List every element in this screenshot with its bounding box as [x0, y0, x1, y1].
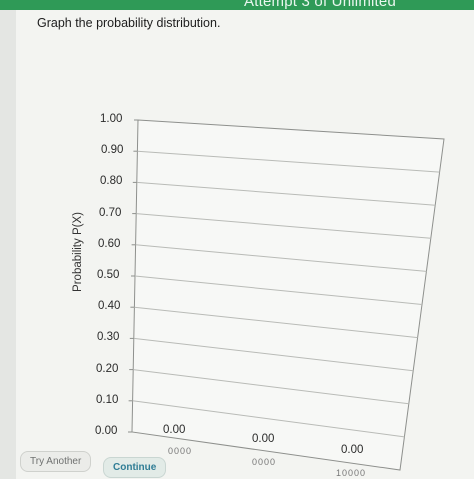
bar-value-label: 0.00	[252, 433, 275, 445]
x-category-label: 0000	[168, 446, 193, 456]
continue-button[interactable]: Continue	[103, 457, 167, 478]
bar-value-label: 0.00	[163, 424, 186, 436]
plot-area	[131, 119, 445, 471]
probability-graph: Probability P(X) 1.00 0.90 0.80 0.70 0.60 0.5…	[0, 0, 474, 479]
x-category-label: 0000	[252, 457, 277, 467]
y-tick-label: 0.30	[97, 331, 120, 344]
y-tick-label: 0.10	[96, 393, 119, 406]
y-axis-label: Probability P(X)	[72, 212, 84, 292]
y-tick-label: 0.90	[101, 144, 124, 157]
x-category-label: 10000	[336, 468, 367, 478]
y-tick-label: 0.50	[97, 269, 120, 281]
y-tick-label: 0.60	[98, 237, 121, 250]
y-tick-label: 0.20	[96, 362, 119, 375]
try-another-button[interactable]: Try Another	[20, 451, 92, 472]
y-tick-label: 0.70	[99, 206, 122, 219]
y-tick-label: 0.00	[95, 425, 118, 437]
y-tick-label: 0.80	[100, 175, 123, 188]
y-tick-label: 0.40	[98, 300, 121, 313]
y-tick-label: 1.00	[100, 113, 123, 125]
bar-value-label: 0.00	[341, 444, 364, 456]
